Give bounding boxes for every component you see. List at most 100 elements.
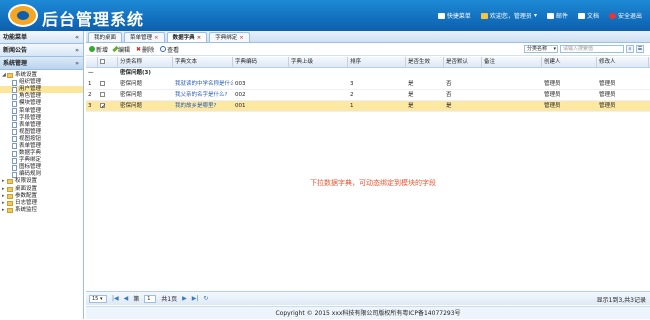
checkbox-cell (98, 79, 118, 90)
table-row[interactable]: 3 密保问题 我的故乡是哪里?001 1 是 是 管理员 管理员 (86, 101, 650, 112)
tab[interactable]: 字典绑定 × (209, 32, 250, 42)
tree-item[interactable]: 角色管理 (0, 93, 83, 100)
last-page-icon[interactable]: ▶| (192, 295, 199, 302)
tree-item[interactable]: ▸ 桌面设置 (0, 186, 83, 193)
cell-text[interactable]: 我就读的中学名称是什么? (173, 79, 233, 90)
row-checkbox[interactable] (100, 80, 105, 86)
add-button[interactable]: 新增 (89, 45, 108, 54)
tree-item[interactable]: 表单管理 (0, 143, 83, 150)
column-header[interactable]: 备注 (482, 57, 542, 67)
page-icon (12, 157, 17, 164)
tree-item[interactable]: 模块管理 (0, 100, 83, 107)
docs-link[interactable]: 文档 (577, 11, 599, 20)
view-button[interactable]: 查看 (160, 45, 179, 54)
column-header[interactable]: 字典编码 (233, 57, 289, 67)
row-checkbox[interactable] (100, 91, 105, 97)
tree-item[interactable]: 字段管理 (0, 115, 83, 122)
search-input[interactable]: 请输入搜索值 (560, 45, 624, 53)
tree-item[interactable]: 视图按钮 (0, 136, 83, 143)
expand-icon[interactable]: » (75, 44, 79, 57)
mail-link[interactable]: 邮件 (546, 11, 568, 20)
tree-item[interactable]: 视图管理 (0, 129, 83, 136)
cell-modifier: 管理员 (599, 91, 616, 98)
tree-item[interactable]: ▸ 权限设置 (0, 178, 83, 185)
row-number: 3 (88, 102, 92, 109)
checkbox-cell (98, 90, 118, 101)
page-icon (12, 93, 17, 100)
tree-item[interactable]: ▸ 日志管理 (0, 200, 83, 207)
row-checkbox[interactable] (100, 101, 106, 112)
delete-icon: ✖ (136, 45, 142, 53)
column-header[interactable]: 字典文本 (173, 57, 233, 67)
table-row[interactable]: 1 密保问题 我就读的中学名称是什么? 003 3 是 否 管理员 管理员 (86, 79, 650, 90)
row-number-header (86, 57, 98, 67)
close-tab-icon[interactable]: × (239, 35, 244, 41)
logout-link[interactable]: 安全退出 (608, 11, 642, 20)
cell-text[interactable]: 我父亲的名字是什么? (173, 90, 233, 101)
page-number-input[interactable]: 1 (144, 294, 157, 303)
page-size-select[interactable]: 15 ▾ (89, 294, 107, 303)
cell-active: 是 (408, 102, 414, 109)
tree-item-label: 视图管理 (19, 128, 42, 135)
cell-sort: 1 (350, 102, 354, 109)
column-header[interactable]: 字典上级 (289, 57, 348, 67)
group-row[interactable]: — 密保问题(3) (86, 68, 650, 79)
select-all-checkbox[interactable] (100, 59, 105, 64)
tree-item[interactable]: ▸ 参数配置 (0, 193, 83, 200)
tree-item[interactable]: ▸ 系统监控 (0, 207, 83, 214)
tree-item-label: 日志管理 (15, 199, 38, 206)
advanced-search-button[interactable]: ☰ (636, 45, 644, 53)
tab[interactable]: 数据字典 × (166, 32, 208, 42)
tab-bar: 我的桌面 菜单管理 × 数据字典 × 字典绑定 × (86, 31, 650, 43)
edit-button[interactable]: 编辑 (112, 45, 130, 54)
tree-item-label: 模块管理 (19, 100, 42, 107)
tree-item[interactable]: 用户管理 (0, 86, 83, 94)
column-header[interactable]: 是否生效 (406, 57, 444, 67)
refresh-icon[interactable]: ↻ (203, 295, 208, 302)
panel-function-menu[interactable]: 功能菜单 « (0, 31, 83, 44)
tree-item[interactable]: 图标管理 (0, 164, 83, 171)
sidebar: 功能菜单 « 新闻公告» 系统管理» ◢ 系统设置 组织管理 用户管理 角色管理 模块管理菜… (0, 31, 84, 319)
top-nav: 快捷菜单 欢迎您，管理员 ▾ 邮件 文档 安全退出 (437, 11, 642, 20)
first-page-icon[interactable]: |◀ (112, 295, 119, 302)
tree-item[interactable]: 菜单管理 (0, 107, 83, 115)
cell-text[interactable]: 我的故乡是哪里? (173, 101, 233, 112)
table-row[interactable]: 2 密保问题 我父亲的名字是什么? 002 2 是 否 管理员 管理员 (86, 90, 650, 101)
tree-item[interactable]: 表单管理 (0, 122, 83, 129)
checkbox-header[interactable] (98, 57, 118, 67)
tree-item[interactable]: 编码规则 (0, 171, 83, 178)
next-page-icon[interactable]: ▶ (182, 295, 187, 302)
row-number: 2 (88, 91, 92, 98)
prev-page-icon[interactable]: ◀ (124, 295, 129, 302)
close-tab-icon[interactable]: × (154, 35, 159, 41)
column-header[interactable]: 排序 (348, 57, 406, 67)
panel-news[interactable]: 新闻公告» (0, 44, 83, 57)
delete-button[interactable]: ✖ 删除 (136, 45, 154, 54)
tab[interactable]: 我的桌面 (88, 32, 123, 42)
expand-icon[interactable]: » (75, 57, 79, 70)
cell-code: 001 (235, 102, 246, 109)
user-menu[interactable]: 欢迎您，管理员 ▾ (480, 11, 537, 20)
app-title: 后台管理系统 (42, 10, 145, 29)
nav-tree: ◢ 系统设置 组织管理 用户管理 角色管理 模块管理 菜单管理 字段管理 表单管理 视图管理 视图按… (0, 70, 83, 319)
column-header[interactable]: 分类名称 (118, 57, 173, 67)
column-header[interactable]: 是否默认 (444, 57, 482, 67)
close-tab-icon[interactable]: × (197, 35, 202, 41)
page-icon (12, 86, 17, 93)
tree-item[interactable]: 字典绑定 (0, 157, 83, 164)
tree-item-label: 表单管理 (19, 142, 42, 149)
search-field-select[interactable]: 分类名称 (524, 45, 558, 53)
tab[interactable]: 菜单管理 × (124, 32, 165, 42)
tree-item[interactable]: 组织管理 (0, 79, 83, 86)
column-header[interactable]: 创建人 (542, 57, 597, 67)
group-toggle-icon[interactable]: — (86, 68, 98, 79)
search-button[interactable]: ⌕ (626, 45, 634, 53)
page-icon (12, 136, 17, 143)
tree-item[interactable]: 数据字典 (0, 150, 83, 157)
tree-item[interactable]: ◢ 系统设置 (0, 72, 83, 79)
tab-label: 数据字典 (172, 35, 195, 41)
collapse-icon[interactable]: « (75, 31, 79, 44)
shortcut-menu-link[interactable]: 快捷菜单 (437, 11, 471, 20)
panel-system-management[interactable]: 系统管理» (0, 57, 83, 70)
column-header[interactable]: 修改人 (597, 57, 649, 67)
